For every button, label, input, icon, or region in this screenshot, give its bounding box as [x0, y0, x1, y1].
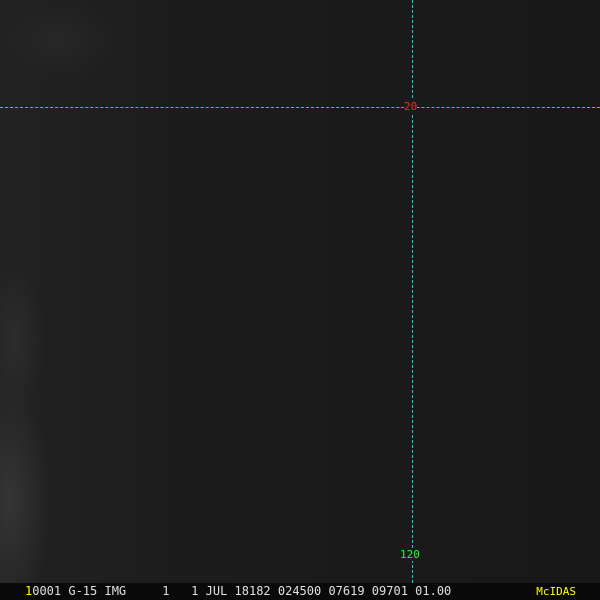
satellite-image: [0, 0, 600, 583]
latitude-grid-line: [0, 107, 600, 108]
mcidas-display: 20 120 1 0001 G-15 IMG 1 1 JUL 18182 024…: [0, 0, 600, 600]
status-bar: 1 0001 G-15 IMG 1 1 JUL 18182 024500 076…: [0, 583, 600, 600]
frame-number: 1: [25, 584, 33, 598]
longitude-grid-line: [412, 0, 413, 583]
image-info: 0001 G-15 IMG 1 1 JUL 18182 024500 07619…: [32, 584, 452, 598]
mcidas-logo: McIDAS: [536, 585, 576, 598]
image-viewport: 20 120: [0, 0, 600, 583]
longitude-label: 120: [400, 548, 420, 561]
latitude-label: 20: [404, 100, 418, 113]
